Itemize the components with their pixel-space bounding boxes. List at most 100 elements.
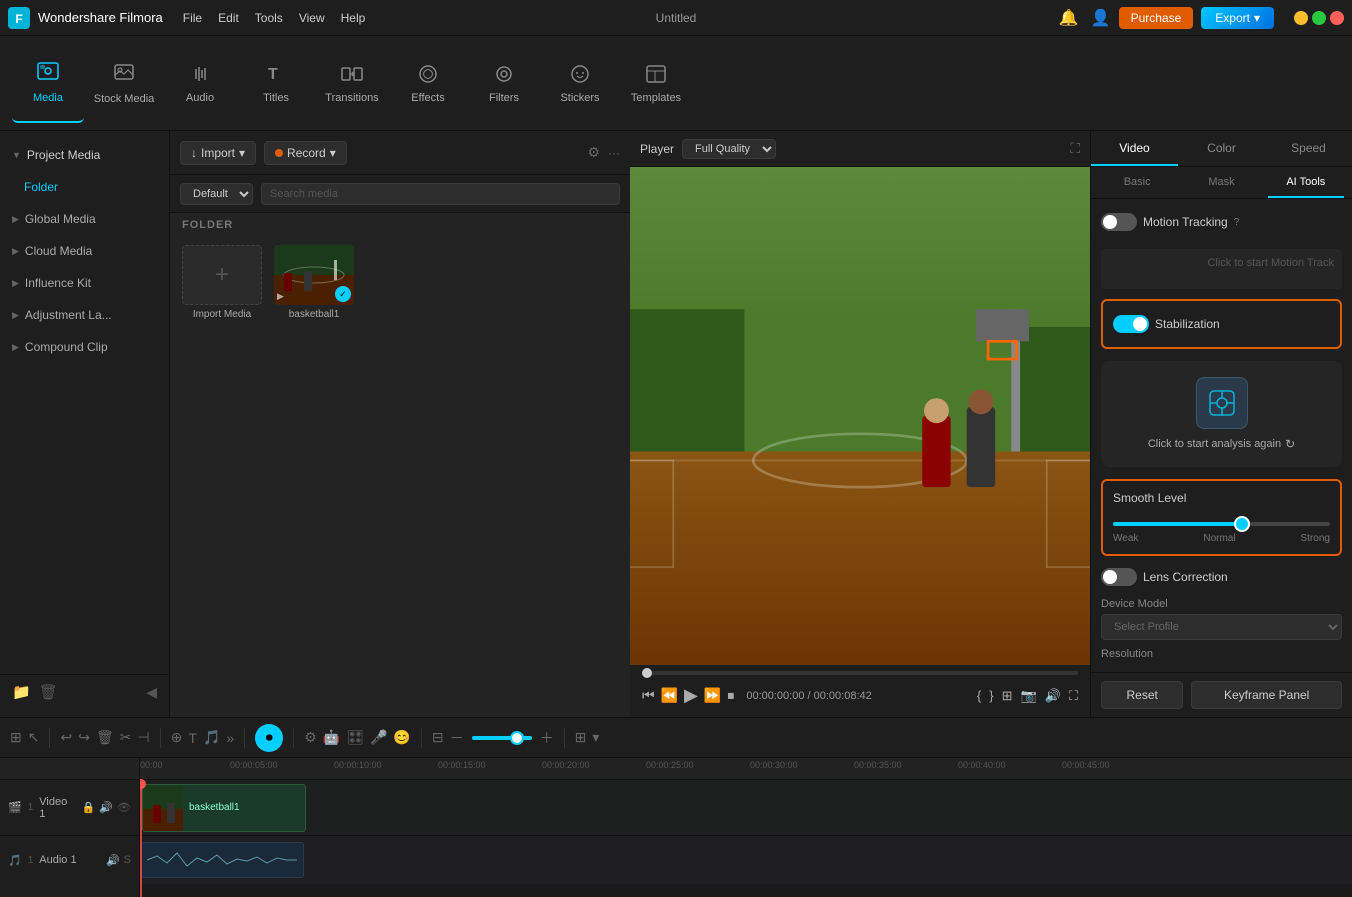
collapse-sidebar-icon[interactable]: ◀ <box>146 684 157 701</box>
select-icon[interactable]: ↖ <box>28 729 40 746</box>
skip-back-icon[interactable]: ⏮ <box>642 687 655 704</box>
cut-icon[interactable]: ✂ <box>120 729 132 746</box>
play-icon[interactable]: ▶ <box>684 685 698 706</box>
search-input[interactable] <box>261 183 620 205</box>
solo-audio-icon[interactable]: S <box>124 854 131 867</box>
motion-tracking-help-icon[interactable]: ? <box>1234 217 1240 228</box>
stabilization-toggle[interactable] <box>1113 315 1149 333</box>
menu-view[interactable]: View <box>299 11 325 25</box>
text-icon[interactable]: T <box>188 730 197 746</box>
record-button[interactable]: Record ▾ <box>264 141 347 165</box>
mute-audio-icon[interactable]: 🔊 <box>106 854 120 867</box>
subtab-basic[interactable]: Basic <box>1099 167 1175 198</box>
mark-out-icon[interactable]: } <box>989 688 993 704</box>
motion-tracking-toggle[interactable] <box>1101 213 1137 231</box>
zoom-out-icon[interactable]: － <box>450 728 464 748</box>
profile-select[interactable]: Select Profile <box>1101 614 1342 640</box>
hide-track-icon[interactable]: 👁 <box>117 801 131 814</box>
voice-icon[interactable]: 🎤 <box>370 729 387 746</box>
sidebar-item-project-media[interactable]: ▼ Project Media <box>0 139 169 171</box>
video-clip-basketball[interactable]: basketball1 <box>142 784 306 832</box>
notifications-icon[interactable]: 🔔 <box>1059 8 1079 28</box>
split-icon[interactable]: ⊣ <box>137 729 149 746</box>
tab-speed[interactable]: Speed <box>1265 131 1352 166</box>
filter-icon[interactable]: ⚙ <box>587 144 600 161</box>
tool-templates[interactable]: Templates <box>620 43 692 123</box>
delete-icon[interactable]: 🗑 <box>96 729 114 746</box>
basketball-media-item[interactable]: 00:00:08 ✓ ▶ basketball1 <box>274 245 354 320</box>
analysis-text[interactable]: Click to start analysis again ↻ <box>1148 437 1295 451</box>
sidebar-item-adjustment[interactable]: ▶ Adjustment La... <box>0 299 169 331</box>
audio-track-area[interactable] <box>140 836 1352 884</box>
quality-select[interactable]: Full Quality <box>682 139 776 159</box>
purchase-button[interactable]: Purchase <box>1119 7 1194 29</box>
minimize-button[interactable] <box>1294 11 1308 25</box>
detach-audio-icon[interactable]: 🎵 <box>203 729 220 746</box>
more-options-icon[interactable]: ··· <box>608 146 620 160</box>
subtab-ai-tools[interactable]: AI Tools <box>1268 167 1344 198</box>
snap-icon[interactable]: ⊞ <box>10 729 22 746</box>
step-back-icon[interactable]: ⏪ <box>661 687 678 704</box>
mix-icon[interactable]: 🎛 <box>346 729 364 746</box>
lens-correction-toggle[interactable] <box>1101 568 1137 586</box>
snapshot-icon[interactable]: 📷 <box>1021 688 1037 704</box>
close-button[interactable] <box>1330 11 1344 25</box>
timeline-zoom-slider[interactable] <box>472 736 532 740</box>
menu-edit[interactable]: Edit <box>218 11 239 25</box>
tool-stickers[interactable]: Stickers <box>544 43 616 123</box>
tool-effects[interactable]: Effects <box>392 43 464 123</box>
tool-stock[interactable]: Stock Media <box>88 43 160 123</box>
stop-icon[interactable]: ⏹ <box>727 687 734 704</box>
sidebar-item-cloud-media[interactable]: ▶ Cloud Media <box>0 235 169 267</box>
undo-icon[interactable]: ↩ <box>60 729 72 746</box>
tool-filters[interactable]: Filters <box>468 43 540 123</box>
import-button[interactable]: ↓ Import ▾ <box>180 141 256 165</box>
fullscreen-preview-icon[interactable]: ⛶ <box>1070 140 1080 157</box>
sidebar-item-global-media[interactable]: ▶ Global Media <box>0 203 169 235</box>
menu-tools[interactable]: Tools <box>255 11 283 25</box>
export-button[interactable]: Export ▾ <box>1201 7 1274 29</box>
reset-button[interactable]: Reset <box>1101 681 1183 709</box>
sticker-tl-icon[interactable]: 😊 <box>393 729 410 746</box>
new-folder-icon[interactable]: 📁 <box>12 683 31 701</box>
step-forward-icon[interactable]: ⏩ <box>704 687 721 704</box>
progress-track[interactable] <box>642 671 1078 675</box>
ai-tl-icon[interactable]: 🤖 <box>323 729 340 746</box>
split-screen-icon[interactable]: ⊟ <box>432 729 444 746</box>
more-tl-icon[interactable]: ▾ <box>592 729 599 746</box>
tab-color[interactable]: Color <box>1178 131 1265 166</box>
redo-icon[interactable]: ↪ <box>78 729 90 746</box>
settings-tl-icon[interactable]: ⚙ <box>304 729 317 746</box>
add-track-icon[interactable]: ⊕ <box>171 729 183 746</box>
delete-folder-icon[interactable]: 🗑 <box>39 683 58 701</box>
tab-video[interactable]: Video <box>1091 131 1178 166</box>
sidebar-item-folder[interactable]: Folder <box>0 171 169 203</box>
tool-media[interactable]: Media <box>12 43 84 123</box>
tool-transitions[interactable]: Transitions <box>316 43 388 123</box>
account-icon[interactable]: 👤 <box>1091 8 1111 28</box>
add-to-timeline-icon[interactable]: ⊞ <box>1002 688 1013 704</box>
timeline-tracks-area[interactable]: 00:00 00:00:05:00 00:00:10:00 00:00:15:0… <box>140 758 1352 897</box>
analysis-button[interactable] <box>1196 377 1248 429</box>
tool-titles[interactable]: T Titles <box>240 43 312 123</box>
sidebar-item-compound-clip[interactable]: ▶ Compound Clip <box>0 331 169 363</box>
menu-file[interactable]: File <box>183 11 202 25</box>
import-media-item[interactable]: + Import Media <box>182 245 262 320</box>
volume-icon[interactable]: 🔊 <box>1045 688 1061 704</box>
default-select[interactable]: Default <box>180 183 253 205</box>
video-track-area[interactable]: basketball1 <box>140 780 1352 836</box>
keyframe-panel-button[interactable]: Keyframe Panel <box>1191 681 1342 709</box>
sidebar-item-influence-kit[interactable]: ▶ Influence Kit <box>0 267 169 299</box>
subtab-mask[interactable]: Mask <box>1183 167 1259 198</box>
fullscreen-icon[interactable]: ⛶ <box>1069 688 1078 704</box>
more-tools-icon[interactable]: » <box>226 730 234 746</box>
grid-view-icon[interactable]: ⊞ <box>575 729 587 746</box>
record-timeline-icon[interactable]: ⏺ <box>255 724 283 752</box>
mute-track-icon[interactable]: 🔊 <box>99 801 113 814</box>
menu-help[interactable]: Help <box>341 11 366 25</box>
tool-audio[interactable]: Audio <box>164 43 236 123</box>
smooth-level-slider[interactable] <box>1113 522 1330 526</box>
zoom-in-icon[interactable]: ＋ <box>540 728 554 748</box>
maximize-button[interactable] <box>1312 11 1326 25</box>
lock-track-icon[interactable]: 🔒 <box>82 801 96 814</box>
